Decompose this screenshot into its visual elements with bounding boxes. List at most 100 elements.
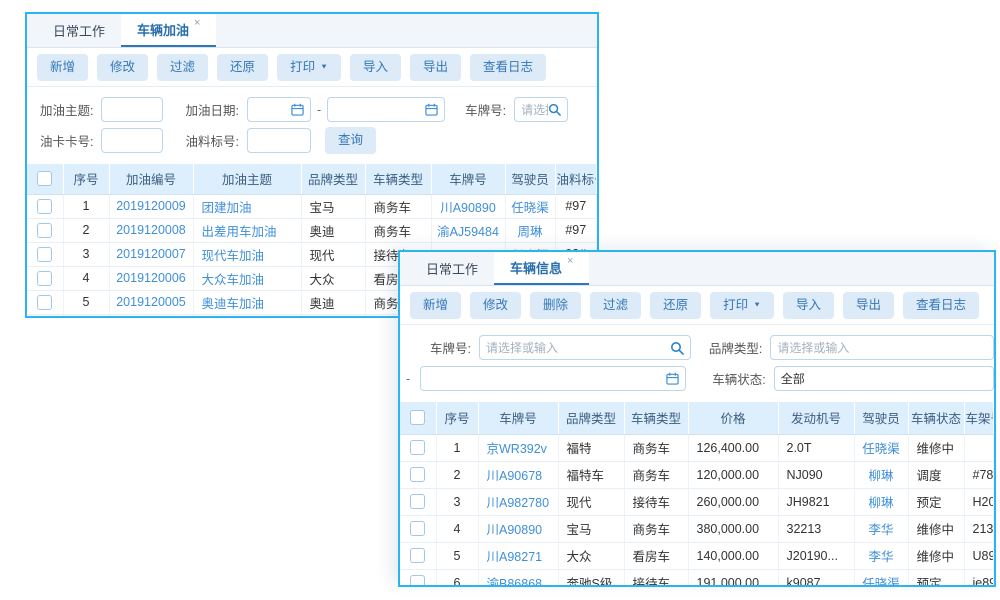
filter-button[interactable]: 过滤 <box>157 54 208 81</box>
cell-frame: H201... <box>964 488 994 515</box>
cell-refuel-no[interactable]: 2019120007 <box>109 242 193 266</box>
cell-seq: 3 <box>436 488 478 515</box>
row-checkbox[interactable] <box>37 247 52 262</box>
cell-refuel-no[interactable]: 2019120004 <box>109 314 193 318</box>
refuel-topic-input[interactable] <box>101 97 163 122</box>
cell-frame: #789 <box>964 461 994 488</box>
cell-seq: 2 <box>63 218 109 242</box>
add-button[interactable]: 新增 <box>37 54 88 81</box>
cell-plate[interactable]: 京WR392v <box>478 434 558 461</box>
table-row: 4 川A90890 宝马 商务车 380,000.00 32213 李华 维修中… <box>400 515 994 542</box>
cell-topic[interactable]: 出差用车加油 <box>193 218 301 242</box>
cell-topic[interactable]: 团建加油 <box>193 194 301 218</box>
info-status-label: 车辆状态: <box>712 369 765 388</box>
row-checkbox[interactable] <box>37 271 52 286</box>
select-all-checkbox[interactable] <box>37 171 52 186</box>
col-brand: 品牌类型 <box>558 402 624 435</box>
tab-daily-work[interactable]: 日常工作 <box>410 252 494 285</box>
row-checkbox[interactable] <box>410 440 425 455</box>
col-seq: 序号 <box>63 164 109 195</box>
edit-button[interactable]: 修改 <box>470 292 521 319</box>
info-date-end-input[interactable] <box>420 366 686 391</box>
delete-button[interactable]: 删除 <box>530 292 581 319</box>
calendar-icon <box>291 103 304 116</box>
cell-seq: 1 <box>436 434 478 461</box>
cell-plate[interactable]: 川A982780 <box>478 488 558 515</box>
cell-price: 191,000.00 <box>688 569 778 587</box>
cell-plate[interactable]: 川A90890 <box>478 515 558 542</box>
info-status-select[interactable]: 全部 <box>774 366 994 391</box>
import-button[interactable]: 导入 <box>350 54 401 81</box>
close-icon[interactable]: × <box>194 18 200 29</box>
query-button[interactable]: 查询 <box>325 127 376 154</box>
cell-plate[interactable]: 渝AJ59484 <box>431 218 505 242</box>
row-checkbox[interactable] <box>410 575 425 587</box>
refuel-date-start-input[interactable] <box>247 97 311 122</box>
refuel-date-label: 加油日期: <box>185 100 238 119</box>
export-button[interactable]: 导出 <box>410 54 461 81</box>
cell-driver[interactable]: 柳琳 <box>854 461 908 488</box>
col-driver: 驾驶员 <box>505 164 555 195</box>
tab-daily-work[interactable]: 日常工作 <box>37 14 121 47</box>
cell-frame: 2131 <box>964 515 994 542</box>
info-brand-input[interactable]: 请选择或输入 <box>770 335 994 360</box>
cell-plate[interactable]: 川A98271 <box>478 542 558 569</box>
print-button[interactable]: 打印▼ <box>710 292 774 319</box>
row-checkbox[interactable] <box>37 295 52 310</box>
close-icon[interactable]: × <box>567 256 573 267</box>
import-button[interactable]: 导入 <box>783 292 834 319</box>
cell-vtype: 接待车 <box>624 569 688 587</box>
cell-driver[interactable]: 周琳 <box>505 218 555 242</box>
reset-button[interactable]: 还原 <box>217 54 268 81</box>
cell-driver[interactable]: 柳琳 <box>854 488 908 515</box>
cell-refuel-no[interactable]: 2019120005 <box>109 290 193 314</box>
row-checkbox[interactable] <box>410 494 425 509</box>
row-checkbox[interactable] <box>37 199 52 214</box>
row-checkbox[interactable] <box>410 521 425 536</box>
cell-price: 126,400.00 <box>688 434 778 461</box>
info-filters: 车牌号: 请选择或输入 品牌类型: 请选择或输入 - 车辆状态: 全部 <box>400 325 994 402</box>
cell-plate[interactable]: 川A90890 <box>431 194 505 218</box>
view-log-button[interactable]: 查看日志 <box>470 54 546 81</box>
export-button[interactable]: 导出 <box>843 292 894 319</box>
info-brand-label: 品牌类型: <box>709 338 762 357</box>
reset-button[interactable]: 还原 <box>650 292 701 319</box>
cell-driver[interactable]: 任晓渠 <box>505 194 555 218</box>
tab-vehicle-info[interactable]: 车辆信息 × <box>494 252 589 285</box>
cell-status: 维修中 <box>908 515 964 542</box>
cell-refuel-no[interactable]: 2019120006 <box>109 266 193 290</box>
cell-topic[interactable]: 大众车加油 <box>193 266 301 290</box>
cell-vtype: 接待车 <box>624 488 688 515</box>
cell-brand: 奥迪 <box>301 218 365 242</box>
tab-vehicle-refuel[interactable]: 车辆加油 × <box>121 14 216 47</box>
cell-driver[interactable]: 任晓渠 <box>854 434 908 461</box>
refuel-card-input[interactable] <box>101 128 163 153</box>
cell-driver[interactable]: 李华 <box>854 542 908 569</box>
add-button[interactable]: 新增 <box>410 292 461 319</box>
cell-refuel-no[interactable]: 2019120009 <box>109 194 193 218</box>
cell-plate[interactable]: 渝B86868 <box>478 569 558 587</box>
cell-topic[interactable]: 现代车加油 <box>193 242 301 266</box>
print-button[interactable]: 打印▼ <box>277 54 341 81</box>
edit-button[interactable]: 修改 <box>97 54 148 81</box>
refuel-fuelno-input[interactable] <box>247 128 311 153</box>
refuel-date-end-input[interactable] <box>327 97 445 122</box>
row-checkbox[interactable] <box>410 548 425 563</box>
row-checkbox[interactable] <box>410 467 425 482</box>
view-log-button[interactable]: 查看日志 <box>903 292 979 319</box>
info-plate-input[interactable]: 请选择或输入 <box>479 335 691 360</box>
filter-button[interactable]: 过滤 <box>590 292 641 319</box>
cell-plate[interactable]: 川A90678 <box>478 461 558 488</box>
cell-topic[interactable]: 宝马车加油 <box>193 314 301 318</box>
cell-fuel-no: #97 <box>555 218 597 242</box>
row-checkbox[interactable] <box>37 223 52 238</box>
cell-topic[interactable]: 奥迪车加油 <box>193 290 301 314</box>
refuel-plate-input[interactable]: 请选择或输入 <box>514 97 568 122</box>
cell-driver[interactable]: 任晓渠 <box>854 569 908 587</box>
cell-driver[interactable]: 李华 <box>854 515 908 542</box>
table-row: 5 川A98271 大众 看房车 140,000.00 J20190... 李华… <box>400 542 994 569</box>
select-all-checkbox[interactable] <box>410 410 425 425</box>
cell-status: 调度 <box>908 461 964 488</box>
cell-engine: J20190... <box>778 542 854 569</box>
cell-refuel-no[interactable]: 2019120008 <box>109 218 193 242</box>
